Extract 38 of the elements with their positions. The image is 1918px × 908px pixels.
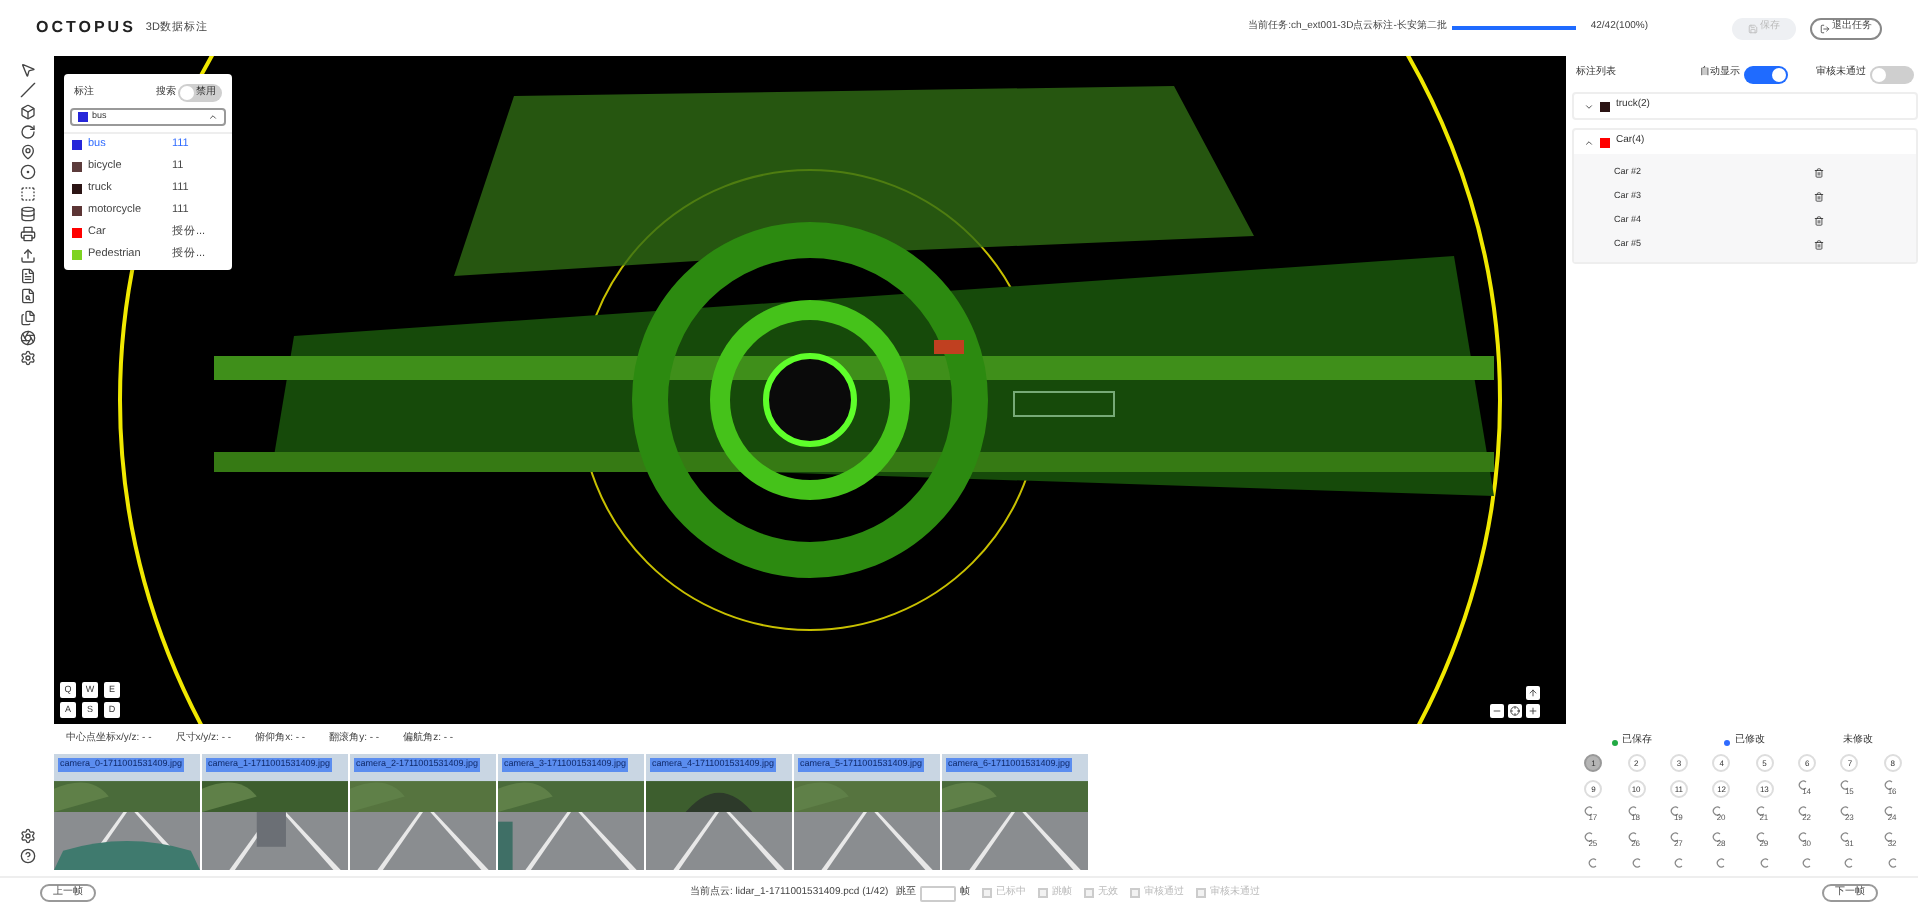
aperture-icon[interactable] xyxy=(19,329,35,346)
pin-icon[interactable] xyxy=(19,144,35,161)
toggle-switch[interactable] xyxy=(1744,65,1788,83)
rotate-icon[interactable] xyxy=(19,123,35,140)
trash-icon[interactable] xyxy=(1814,191,1824,201)
trash-icon[interactable] xyxy=(1814,215,1824,225)
checkbox[interactable] xyxy=(982,888,993,898)
document-icon[interactable] xyxy=(19,267,35,284)
line-icon[interactable] xyxy=(19,82,35,99)
chevron-down-icon xyxy=(1584,101,1594,111)
printer-icon[interactable] xyxy=(19,226,35,243)
checkbox[interactable] xyxy=(1196,888,1207,898)
checkbox[interactable] xyxy=(1130,888,1141,898)
toggle-switch[interactable] xyxy=(1870,65,1914,83)
cube-icon[interactable] xyxy=(19,103,35,120)
chevron-up-icon xyxy=(1584,137,1594,147)
exit-icon xyxy=(1820,23,1830,33)
target-icon[interactable] xyxy=(19,164,35,181)
trash-icon[interactable] xyxy=(1814,239,1824,249)
save-icon xyxy=(1748,23,1758,33)
jump-input[interactable] xyxy=(920,885,957,901)
reset-view-button[interactable] xyxy=(1526,686,1540,700)
pointer-icon[interactable] xyxy=(19,62,35,78)
checkbox[interactable] xyxy=(1084,888,1095,898)
center-button[interactable] xyxy=(1508,704,1522,718)
caret-icon xyxy=(208,112,218,122)
settings-icon[interactable] xyxy=(19,827,35,844)
help-icon[interactable] xyxy=(19,848,35,864)
trash-icon[interactable] xyxy=(1814,167,1824,177)
checkbox[interactable] xyxy=(1038,888,1049,898)
gear-icon[interactable] xyxy=(19,350,35,367)
stack-icon[interactable] xyxy=(19,206,35,223)
zoom-in-button[interactable] xyxy=(1526,704,1540,718)
upload-icon[interactable] xyxy=(19,247,35,264)
file-search-icon[interactable] xyxy=(19,288,35,305)
logo: OCTOPUS xyxy=(36,16,136,40)
dashed-box-icon[interactable] xyxy=(19,185,35,202)
files-icon[interactable] xyxy=(19,309,35,326)
